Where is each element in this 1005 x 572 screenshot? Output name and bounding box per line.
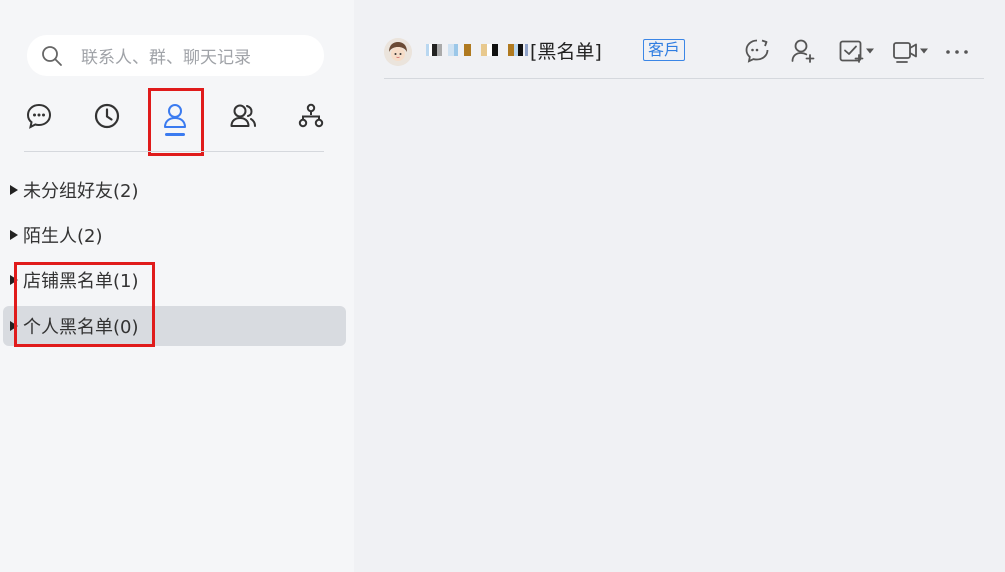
contact-name: [黑名单] [426, 36, 602, 64]
clock-icon [93, 102, 121, 134]
quick-reply-button[interactable] [742, 36, 772, 66]
group-item-strangers[interactable]: 陌生人(2) [3, 215, 346, 255]
chat-bubble-icon [25, 102, 53, 134]
search-icon [41, 45, 63, 67]
group-item-store-blacklist[interactable]: 店铺黑名单(1) [3, 260, 346, 300]
group-label: 未分组好友(2) [23, 181, 139, 202]
video-camera-icon [891, 37, 919, 65]
people-icon [229, 102, 257, 134]
redacted-name [426, 44, 528, 56]
caret-down-icon [919, 47, 929, 55]
chat-header: [黑名单] 客戶 [384, 30, 984, 72]
customer-tag: 客戶 [643, 39, 686, 61]
header-actions [742, 36, 982, 66]
more-dots-icon [943, 37, 971, 65]
group-label: 店铺黑名单(1) [23, 271, 139, 292]
add-contact-button[interactable] [788, 36, 818, 66]
tab-recent[interactable] [85, 88, 129, 148]
org-chart-icon [297, 102, 325, 134]
caret-down-icon [865, 47, 875, 55]
caret-right-icon [8, 320, 20, 332]
task-check-icon [837, 37, 865, 65]
search-placeholder: 联系人、群、聊天记录 [81, 48, 251, 68]
group-item-personal-blacklist[interactable]: 个人黑名单(0) [3, 306, 346, 346]
avatar[interactable] [384, 38, 412, 66]
chat-refresh-icon [743, 37, 771, 65]
blacklist-suffix: [黑名单] [530, 40, 602, 63]
video-dropdown-button[interactable] [888, 36, 932, 66]
add-user-icon [789, 37, 817, 65]
nav-tabs [0, 88, 354, 148]
tab-contacts[interactable] [153, 88, 197, 148]
tab-organization[interactable] [289, 88, 333, 148]
search-box[interactable]: 联系人、群、聊天记录 [27, 35, 324, 76]
active-tab-indicator [165, 133, 185, 136]
nav-divider [24, 151, 324, 152]
person-icon [161, 102, 189, 134]
tab-messages[interactable] [17, 88, 61, 148]
sidebar: 联系人、群、聊天记录 未分组好友(2) 陌生人(2) 店铺黑名单(1) 个人黑名… [0, 0, 354, 572]
caret-right-icon [8, 184, 20, 196]
header-divider [384, 78, 984, 79]
caret-right-icon [8, 274, 20, 286]
task-dropdown-button[interactable] [834, 36, 878, 66]
group-label: 个人黑名单(0) [23, 317, 139, 338]
group-label: 陌生人(2) [23, 226, 103, 247]
tab-groups[interactable] [221, 88, 265, 148]
caret-right-icon [8, 229, 20, 241]
group-item-ungrouped[interactable]: 未分组好友(2) [3, 170, 346, 210]
more-options-button[interactable] [942, 36, 972, 66]
chat-panel: [黑名单] 客戶 [354, 0, 1005, 572]
